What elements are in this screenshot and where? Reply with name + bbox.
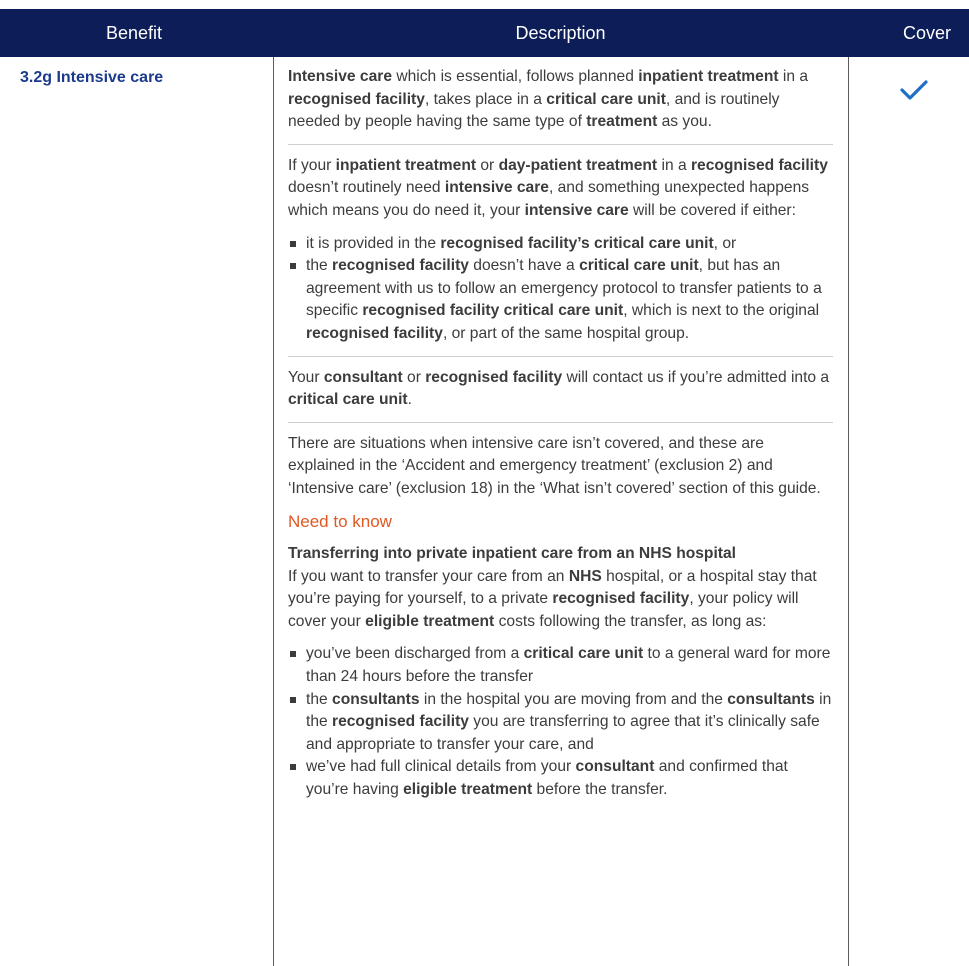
description-cell: Intensive care which is essential, follo… [288, 66, 833, 812]
list-item: it is provided in the recognised facilit… [288, 233, 833, 256]
bold-term: inpatient treatment [638, 68, 779, 85]
need-to-know-title: Transferring into private inpatient care… [288, 545, 736, 563]
bold-term: recognised facility’s critical care unit [440, 234, 714, 252]
bold-term: consultant [323, 368, 403, 386]
bullet-icon [290, 263, 296, 270]
bold-term: critical care unit [579, 257, 699, 275]
divider [288, 143, 833, 145]
bold-term: recognised facility [690, 156, 828, 174]
bold-term: critical care unit [523, 645, 644, 663]
bold-term: treatment [586, 113, 658, 131]
bullet-list: you’ve been discharged from a critical c… [288, 643, 833, 801]
list-item: the recognised facility doesn’t have a c… [288, 255, 833, 345]
bullet-icon [290, 764, 296, 771]
bullet-icon [290, 696, 296, 703]
checkmark-icon [900, 80, 928, 100]
bold-term: day-patient treatment [498, 156, 658, 174]
need-to-know-heading: Need to know [288, 511, 392, 531]
bullet-list: it is provided in the recognised facilit… [288, 233, 833, 346]
paragraph: Intensive care which is essential, follo… [288, 68, 809, 131]
divider [288, 355, 833, 357]
paragraph: Your consultant or recognised facility w… [288, 368, 830, 409]
bold-term: consultant [575, 758, 655, 776]
bold-term: intensive care [444, 179, 549, 197]
header-description: Description [515, 23, 606, 43]
bold-term: Intensive care [288, 68, 393, 85]
header-benefit: Benefit [105, 23, 163, 43]
bullet-icon [290, 651, 296, 658]
column-divider [848, 57, 849, 966]
bold-term: eligible treatment [365, 612, 495, 630]
bold-term: recognised facility [332, 257, 469, 275]
bold-term: intensive care [524, 201, 629, 219]
bold-term: NHS [568, 567, 602, 585]
bold-term: consultants [727, 690, 815, 708]
paragraph: If your inpatient treatment or day-patie… [288, 156, 828, 219]
bold-term: recognised facility critical care unit [362, 302, 624, 320]
bold-term: recognised facility [552, 590, 690, 608]
bold-term: recognised facility [332, 713, 469, 731]
list-item: the consultants in the hospital you are … [288, 689, 833, 757]
column-divider [273, 57, 274, 966]
list-item: you’ve been discharged from a critical c… [288, 643, 833, 688]
bold-term: eligible treatment [403, 781, 533, 799]
bold-term: critical care unit [288, 391, 408, 409]
bold-term: critical care unit [546, 90, 666, 108]
divider [288, 421, 833, 423]
benefit-label: 3.2g Intensive care [20, 69, 164, 86]
table-header: Benefit Description Cover [0, 9, 969, 57]
bold-term: consultants [332, 690, 420, 708]
bold-term: recognised facility [288, 90, 425, 108]
bold-term: recognised facility [425, 368, 563, 386]
paragraph: There are situations when intensive care… [288, 434, 821, 497]
bullet-icon [290, 240, 296, 247]
bold-term: inpatient treatment [335, 156, 477, 174]
header-cover: Cover [902, 23, 951, 43]
list-item: we’ve had full clinical details from you… [288, 756, 833, 801]
paragraph: If you want to transfer your care from a… [288, 567, 817, 630]
bold-term: recognised facility [306, 324, 443, 342]
